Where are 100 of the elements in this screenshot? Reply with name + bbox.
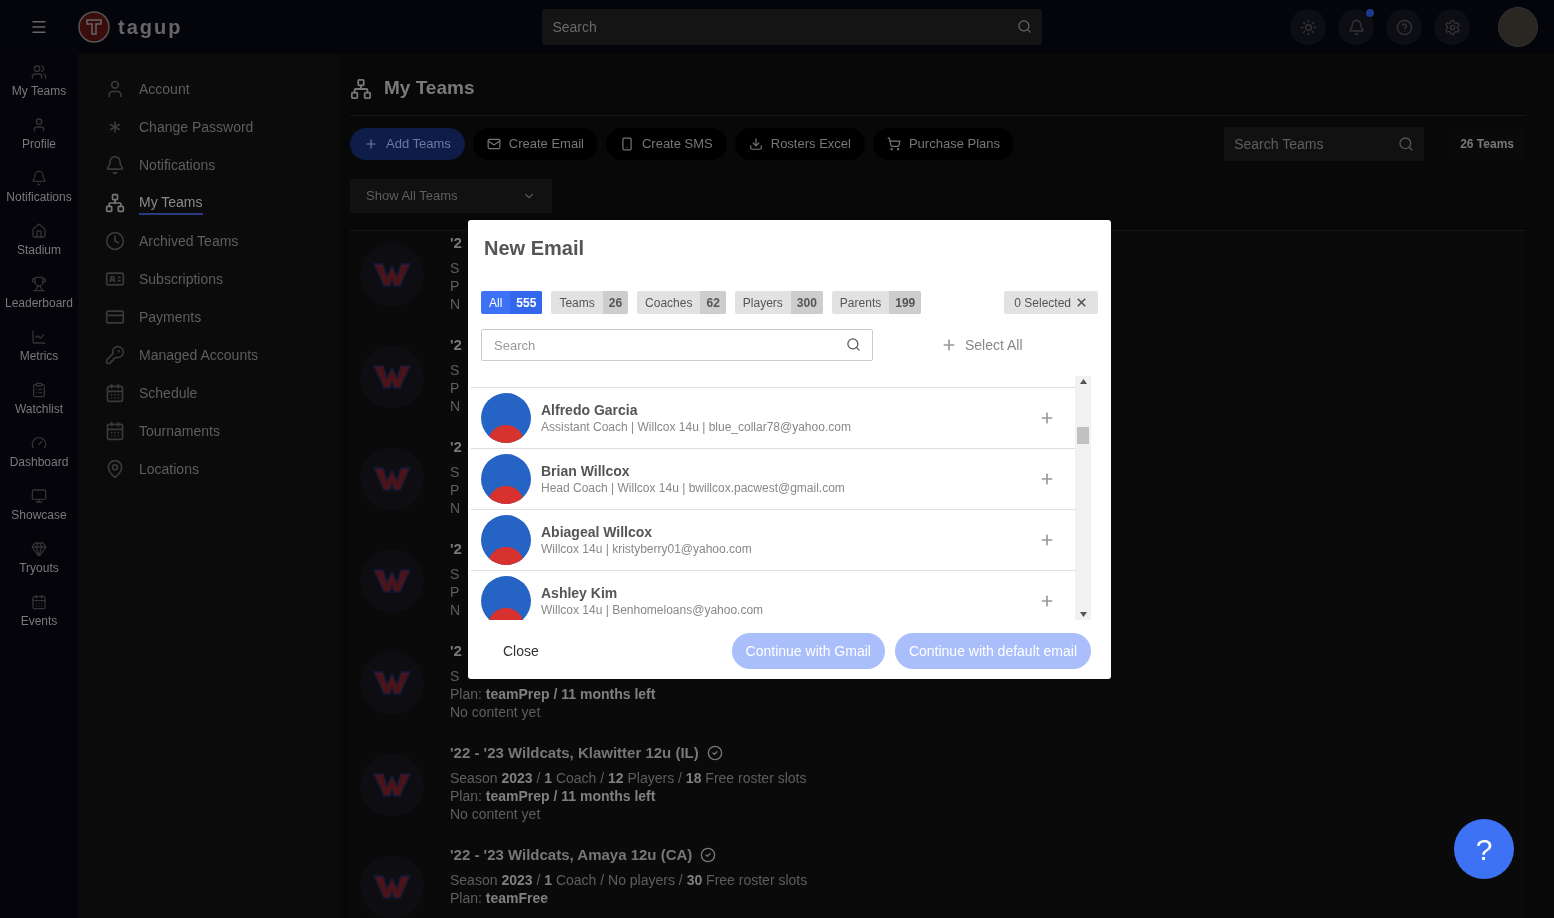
avatar-placeholder <box>481 393 531 443</box>
contact-name: Brian Willcox <box>541 462 630 480</box>
team-detail: S <box>450 361 460 379</box>
calendar-icon[interactable] <box>31 594 47 610</box>
hierarchy-icon <box>350 77 372 100</box>
rail-label[interactable]: Tryouts <box>19 559 59 577</box>
team-filter-dropdown[interactable]: Show All Teams <box>350 179 552 213</box>
team-detail: Plan: teamPrep / 11 months left <box>450 787 656 805</box>
nav-link[interactable]: My Teams <box>139 191 203 215</box>
team-detail: P <box>450 277 460 295</box>
team-title[interactable]: '2 <box>450 333 462 357</box>
close-button[interactable]: Close <box>488 633 554 669</box>
settings-icon[interactable] <box>1434 9 1470 45</box>
nav-link[interactable]: Subscriptions <box>139 268 224 290</box>
help-icon[interactable] <box>1386 9 1422 45</box>
team-title[interactable]: '2 <box>450 231 462 255</box>
contact-detail: Willcox 14u | kristyberry01@yahoo.com <box>541 541 752 557</box>
team-detail: N <box>450 295 461 313</box>
nav-link[interactable]: Notifications <box>139 154 216 176</box>
user-icon[interactable] <box>31 117 47 133</box>
clipboard-icon[interactable] <box>31 382 47 398</box>
avatar-placeholder <box>481 454 531 504</box>
rail-label[interactable]: Watchlist <box>14 400 64 418</box>
team-detail: S <box>450 463 460 481</box>
team-title[interactable]: '2 <box>450 537 462 561</box>
nav-link[interactable]: Schedule <box>139 382 198 404</box>
add-icon[interactable] <box>1039 410 1055 426</box>
user-avatar[interactable] <box>1498 7 1538 47</box>
rail-label[interactable]: Profile <box>22 135 56 153</box>
team-title[interactable]: '22 - '23 Wildcats, Amaya 12u (CA) <box>450 843 693 867</box>
team-title[interactable]: '2 <box>450 639 462 663</box>
nav-link[interactable]: Tournaments <box>139 420 220 442</box>
nav-link[interactable]: Locations <box>139 458 199 480</box>
team-detail: N <box>450 499 461 517</box>
filter-tab[interactable]: All 555 <box>481 291 543 314</box>
monitor-icon[interactable] <box>31 488 47 504</box>
envelope-icon <box>486 137 501 151</box>
rail-label[interactable]: Metrics <box>19 347 59 365</box>
team-detail: P <box>450 481 460 499</box>
contact-name: Alfredo Garcia <box>541 401 638 419</box>
users-icon[interactable] <box>31 64 47 80</box>
filter-tab[interactable]: Teams 26 <box>551 291 629 314</box>
trophy-icon[interactable] <box>31 276 47 292</box>
gauge-icon[interactable] <box>31 435 47 451</box>
gem-icon[interactable] <box>31 541 47 557</box>
nav-link[interactable]: Account <box>139 78 190 100</box>
filter-tab[interactable]: Parents 199 <box>831 291 922 314</box>
rail-label[interactable]: Notifications <box>6 188 72 206</box>
toolbar-button[interactable]: Add Teams <box>350 128 465 160</box>
scroll-thumb[interactable] <box>1077 427 1089 444</box>
add-icon[interactable] <box>1039 532 1055 548</box>
nav-link[interactable]: Payments <box>139 306 202 328</box>
arrow-up-icon[interactable] <box>1079 379 1087 384</box>
filter-tab[interactable]: Coaches 62 <box>637 291 726 314</box>
team-detail: S <box>450 259 460 277</box>
rail-label[interactable]: Showcase <box>11 506 67 524</box>
selected-count-chip[interactable]: 0 Selected <box>1004 291 1098 314</box>
search-teams-field[interactable]: Search Teams <box>1224 127 1425 161</box>
contact-search-field[interactable]: Search <box>481 329 873 361</box>
team-detail: No content yet <box>450 703 541 721</box>
contact-name: Ashley Kim <box>541 584 618 602</box>
nav-link[interactable]: Managed Accounts <box>139 344 259 366</box>
rail-label[interactable]: Events <box>20 612 58 630</box>
toolbar-button[interactable]: Purchase Plans <box>872 128 1014 160</box>
nav-link[interactable]: Change Password <box>139 116 254 138</box>
search-icon <box>1017 19 1033 34</box>
team-title[interactable]: '2 <box>450 435 462 459</box>
select-all-button[interactable]: Select All <box>941 334 1023 356</box>
arrow-down-icon[interactable] <box>1079 612 1087 617</box>
avatar-placeholder <box>481 576 531 620</box>
credit-card-icon <box>105 307 125 327</box>
team-detail: Season 2023 / 1 Coach / 12 Players / 18 Free roster slots <box>450 769 807 787</box>
id-card-icon <box>105 269 125 289</box>
sun-icon[interactable] <box>1290 9 1326 45</box>
bell-icon[interactable] <box>31 170 47 186</box>
toolbar-button[interactable]: Create Email <box>472 128 598 160</box>
filter-tab[interactable]: Players 300 <box>734 291 823 314</box>
menu-icon[interactable] <box>30 18 48 36</box>
add-icon[interactable] <box>1039 593 1055 609</box>
add-icon[interactable] <box>1039 471 1055 487</box>
scrollbar[interactable] <box>1075 376 1091 620</box>
map-pin-icon <box>105 459 125 479</box>
toolbar-button[interactable]: Create SMS <box>605 128 727 160</box>
team-detail: Plan: teamFree <box>450 889 549 907</box>
rail-label[interactable]: My Teams <box>11 82 67 100</box>
rail-label[interactable]: Leaderboard <box>4 294 74 312</box>
calendar-icon <box>105 383 125 403</box>
home-icon[interactable] <box>31 223 47 239</box>
chart-icon[interactable] <box>31 329 47 345</box>
page-title: My Teams <box>384 76 475 101</box>
rail-label[interactable]: Dashboard <box>9 453 69 471</box>
search-field[interactable]: Search <box>542 9 1043 45</box>
bell-icon[interactable] <box>1338 9 1374 45</box>
team-title[interactable]: '22 - '23 Wildcats, Klawitter 12u (IL) <box>450 741 699 765</box>
team-detail: S <box>450 565 460 583</box>
key-icon <box>105 345 125 365</box>
team-detail: No content yet <box>450 805 541 823</box>
rail-label[interactable]: Stadium <box>17 241 61 259</box>
nav-link[interactable]: Archived Teams <box>139 230 239 252</box>
toolbar-button[interactable]: Rosters Excel <box>734 128 865 160</box>
